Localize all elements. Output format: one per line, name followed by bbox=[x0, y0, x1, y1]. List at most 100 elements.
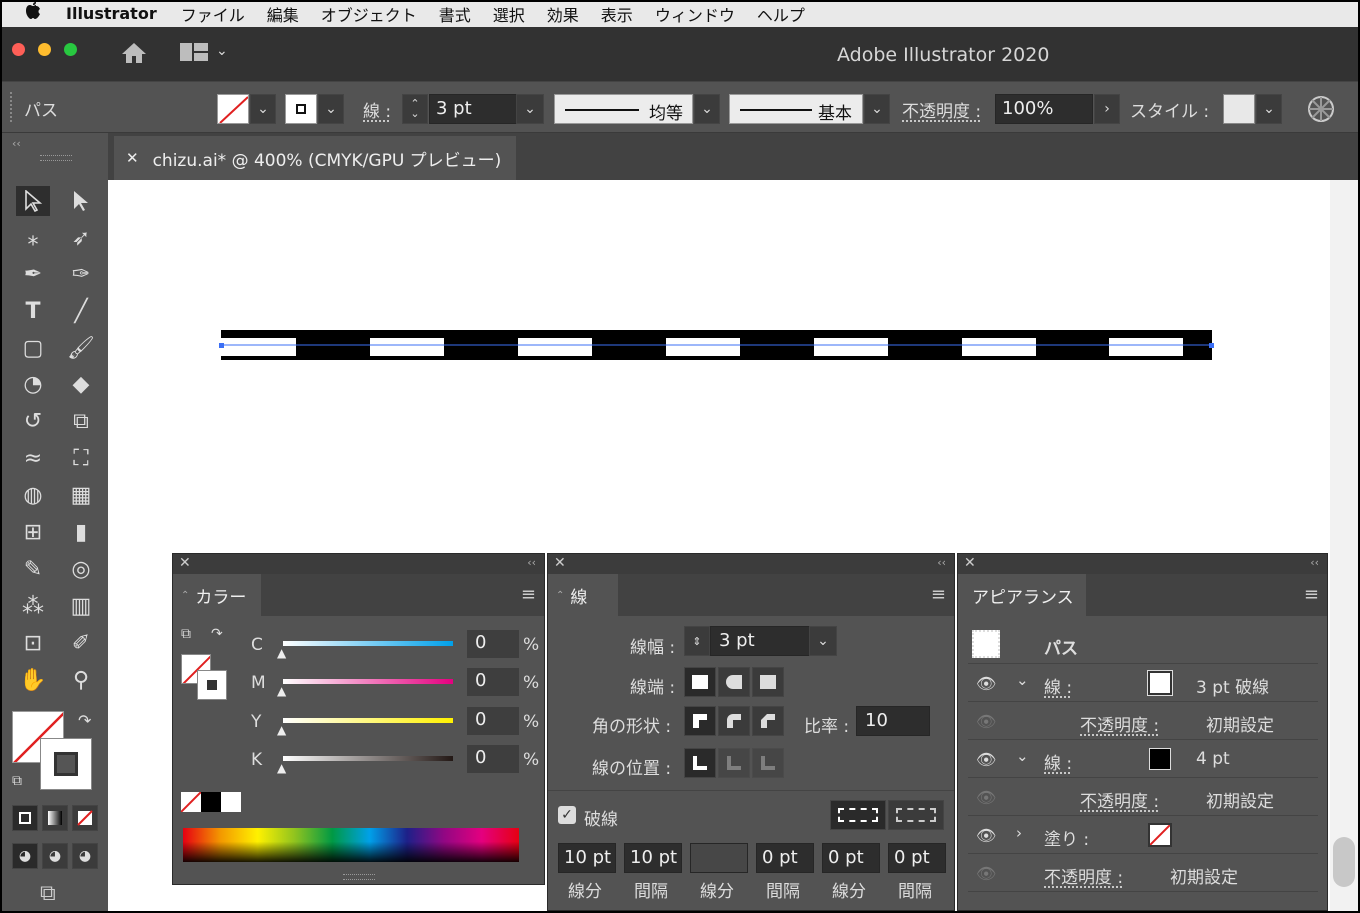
slider-thumb[interactable]: ▲ bbox=[277, 646, 286, 660]
stroke-weight-input[interactable]: 3 pt bbox=[429, 94, 517, 124]
appearance-row-opacity-3[interactable]: 👁 不透明度 : 初期設定 bbox=[968, 854, 1318, 892]
rotate-tool-icon[interactable]: ↺ bbox=[16, 406, 50, 436]
stroke-2-value[interactable]: 4 pt bbox=[1196, 749, 1230, 769]
round-join-button[interactable] bbox=[718, 706, 750, 736]
visibility-eye-icon[interactable]: 👁 bbox=[976, 750, 996, 769]
channel-m-input[interactable]: 0 bbox=[467, 668, 519, 696]
channel-c-slider[interactable] bbox=[283, 641, 453, 646]
eraser-tool-icon[interactable]: ◆ bbox=[64, 369, 98, 399]
channel-c-input[interactable]: 0 bbox=[467, 630, 519, 658]
blend-tool-icon[interactable]: ◎ bbox=[64, 554, 98, 584]
appearance-object-row[interactable]: パス bbox=[968, 626, 1318, 664]
collapse-panel-icon[interactable]: ‹‹ bbox=[12, 137, 21, 150]
style-dropdown[interactable]: ⌄ bbox=[1256, 94, 1282, 124]
menu-type[interactable]: 書式 bbox=[439, 2, 471, 26]
grip-icon[interactable] bbox=[343, 874, 375, 880]
dash-2-input[interactable] bbox=[690, 843, 748, 873]
close-panel-icon[interactable]: ✕ bbox=[554, 555, 566, 571]
free-transform-tool-icon[interactable]: ⛶ bbox=[64, 443, 98, 473]
mesh-tool-icon[interactable]: ⊞ bbox=[16, 517, 50, 547]
fill-label[interactable]: 塗り : bbox=[1044, 825, 1089, 850]
brush-dropdown[interactable]: ⌄ bbox=[864, 94, 890, 124]
close-tab-icon[interactable]: ✕ bbox=[126, 149, 139, 167]
pen-tool-icon[interactable]: ✒ bbox=[16, 259, 50, 289]
opacity-expand[interactable]: › bbox=[1094, 94, 1120, 124]
perspective-grid-tool-icon[interactable]: ▦ bbox=[64, 480, 98, 510]
weight-stepper[interactable]: ⇕ bbox=[684, 626, 710, 656]
channel-y-input[interactable]: 0 bbox=[467, 707, 519, 735]
stroke-1-swatch[interactable] bbox=[1147, 670, 1173, 696]
panel-menu-icon[interactable]: ≡ bbox=[521, 584, 536, 605]
slice-tool-icon[interactable]: ✐ bbox=[64, 628, 98, 658]
menu-file[interactable]: ファイル bbox=[181, 2, 245, 26]
close-panel-icon[interactable]: ✕ bbox=[179, 555, 191, 571]
draw-behind-button[interactable]: ◕ bbox=[42, 843, 68, 869]
none-swatch[interactable] bbox=[181, 792, 201, 812]
menu-select[interactable]: 選択 bbox=[493, 2, 525, 26]
type-tool-icon[interactable]: T bbox=[16, 296, 50, 326]
align-dash-corners-button[interactable] bbox=[888, 800, 944, 830]
draw-inside-button[interactable]: ◕ bbox=[72, 843, 98, 869]
menu-help[interactable]: ヘルプ bbox=[757, 2, 805, 26]
gradient-tool-icon[interactable]: ▮ bbox=[64, 517, 98, 547]
close-panel-icon[interactable]: ✕ bbox=[964, 555, 976, 571]
color-mode-button[interactable] bbox=[12, 805, 38, 831]
default-colors-icon[interactable]: ⧉ bbox=[181, 626, 191, 642]
weight-dropdown[interactable]: ⌄ bbox=[809, 626, 837, 656]
scrollbar-thumb[interactable] bbox=[1333, 837, 1355, 887]
dashed-line-checkbox[interactable]: ✓ bbox=[558, 806, 576, 824]
tab-stroke[interactable]: ⌃ 線 bbox=[548, 574, 618, 616]
collapse-panel-icon[interactable]: ‹‹ bbox=[1310, 556, 1319, 569]
align-outside-button[interactable] bbox=[752, 748, 784, 778]
direct-selection-tool-icon[interactable] bbox=[64, 186, 98, 216]
shape-builder-tool-icon[interactable]: ◍ bbox=[16, 480, 50, 510]
column-graph-tool-icon[interactable]: ▥ bbox=[64, 591, 98, 621]
scale-tool-icon[interactable]: ⧉ bbox=[64, 406, 98, 436]
chevron-down-icon[interactable]: ⌄ bbox=[1016, 747, 1029, 765]
vertical-scrollbar[interactable] bbox=[1330, 180, 1358, 911]
gap-2-input[interactable]: 0 pt bbox=[756, 843, 814, 873]
chevron-down-icon[interactable]: ⌄ bbox=[216, 43, 228, 59]
none-mode-button[interactable] bbox=[72, 805, 98, 831]
screen-mode-icon[interactable]: ⧉ bbox=[40, 881, 56, 906]
lasso-tool-icon[interactable]: ➶ bbox=[64, 223, 98, 253]
zoom-window-button[interactable] bbox=[64, 43, 77, 56]
collapse-panel-icon[interactable]: ‹‹ bbox=[937, 556, 946, 569]
dash-1-input[interactable]: 10 pt bbox=[558, 843, 616, 873]
panel-menu-icon[interactable]: ≡ bbox=[931, 584, 946, 605]
appearance-row-stroke-2[interactable]: 👁 ⌄ 線 : 4 pt bbox=[968, 740, 1318, 778]
bevel-join-button[interactable] bbox=[752, 706, 784, 736]
channel-m-slider[interactable] bbox=[283, 679, 453, 684]
gap-3-input[interactable]: 0 pt bbox=[888, 843, 946, 873]
hand-tool-icon[interactable]: ✋ bbox=[16, 665, 50, 695]
opacity-input[interactable]: 100% bbox=[995, 94, 1093, 124]
apple-menu-icon[interactable] bbox=[0, 2, 66, 25]
visibility-eye-icon[interactable]: 👁 bbox=[976, 864, 996, 883]
slider-thumb[interactable]: ▲ bbox=[277, 761, 286, 775]
dashed-path-artwork[interactable] bbox=[114, 180, 1330, 580]
workspace-layout-icon[interactable] bbox=[180, 43, 208, 65]
stroke-indicator[interactable] bbox=[40, 738, 92, 790]
width-tool-icon[interactable]: ≈ bbox=[16, 443, 50, 473]
stroke-weight-dropdown[interactable]: ⌄ bbox=[516, 94, 544, 124]
black-swatch[interactable] bbox=[201, 792, 221, 812]
menu-app[interactable]: Illustrator bbox=[66, 4, 157, 23]
paintbrush-tool-icon[interactable]: 🖌 bbox=[64, 333, 98, 363]
opacity-1-label[interactable]: 不透明度 : bbox=[1080, 711, 1159, 736]
channel-y-slider[interactable] bbox=[283, 718, 453, 723]
recolor-artwork-icon[interactable] bbox=[1307, 95, 1335, 127]
tab-appearance[interactable]: アピアランス bbox=[958, 574, 1086, 616]
stroke-2-swatch[interactable] bbox=[1149, 748, 1171, 770]
fill-dropdown[interactable]: ⌄ bbox=[250, 94, 276, 124]
round-cap-button[interactable] bbox=[718, 667, 750, 697]
stroke-1-label[interactable]: 線 : bbox=[1044, 673, 1072, 698]
channel-k-input[interactable]: 0 bbox=[467, 745, 519, 773]
panel-menu-icon[interactable]: ≡ bbox=[1304, 584, 1319, 605]
color-spectrum[interactable] bbox=[183, 828, 519, 862]
appearance-row-opacity-1[interactable]: 👁 不透明度 : 初期設定 bbox=[968, 702, 1318, 740]
opacity-3-label[interactable]: 不透明度 : bbox=[1044, 863, 1123, 888]
align-inside-button[interactable] bbox=[718, 748, 750, 778]
grip-icon[interactable] bbox=[40, 155, 72, 161]
stroke-swatch[interactable] bbox=[285, 94, 317, 124]
shaper-tool-icon[interactable]: ◔ bbox=[16, 369, 50, 399]
